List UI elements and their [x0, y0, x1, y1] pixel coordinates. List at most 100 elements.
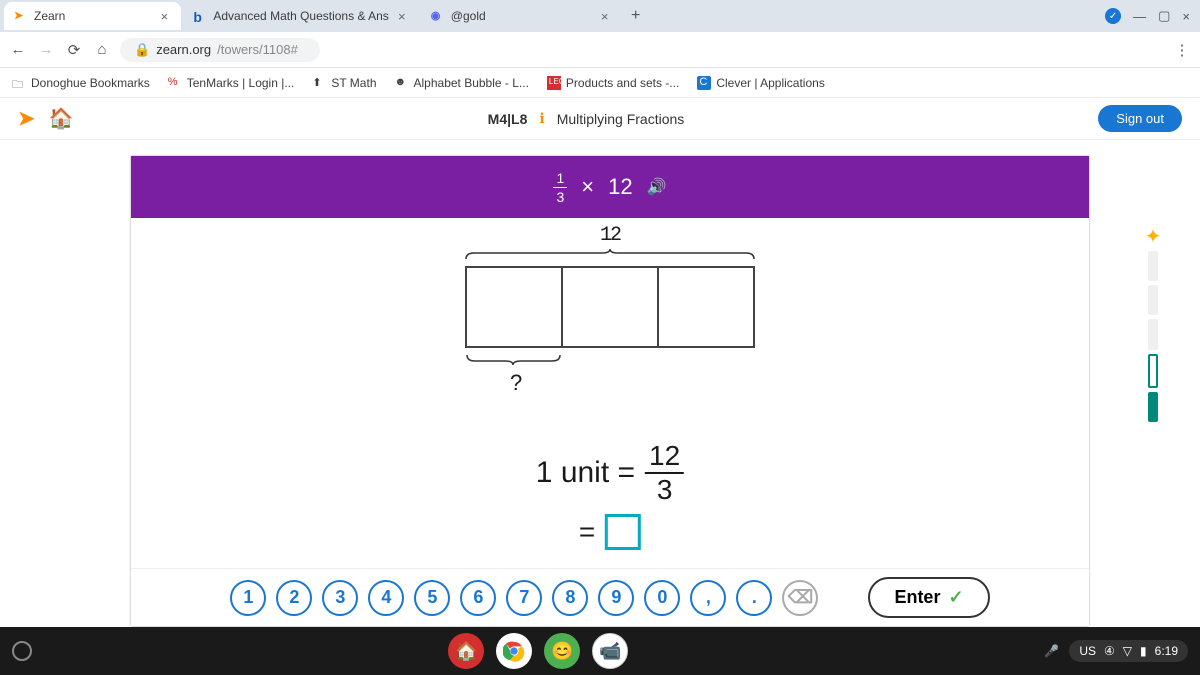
problem-header: 1 3 × 12 🔊	[131, 156, 1089, 218]
info-icon[interactable]: ℹ	[539, 110, 544, 127]
bookmark-stmath[interactable]: ⬆ST Math	[312, 76, 376, 90]
bar-model	[465, 266, 755, 348]
key-5[interactable]: 5	[414, 580, 450, 616]
answer-input-box[interactable]	[605, 514, 641, 550]
stmath-icon: ⬆	[312, 76, 326, 90]
audio-icon[interactable]: 🔊	[647, 177, 667, 197]
key-backspace[interactable]: ⌫	[782, 580, 818, 616]
key-6[interactable]: 6	[460, 580, 496, 616]
status-tray[interactable]: US ④ ▽ ▮ 6:19	[1069, 640, 1188, 662]
key-4[interactable]: 4	[368, 580, 404, 616]
key-comma[interactable]: ,	[690, 580, 726, 616]
bookmark-donoghue[interactable]: 🗀Donoghue Bookmarks	[12, 76, 150, 90]
numeric-keypad: 1 2 3 4 5 6 7 8 9 0 , . ⌫ Enter ✓	[131, 568, 1089, 626]
url-input[interactable]: 🔒 zearn.org/towers/1108#	[120, 38, 320, 62]
tower-segment	[1148, 251, 1158, 281]
home-icon[interactable]: 🏠	[49, 106, 74, 131]
launcher-icon[interactable]	[12, 641, 32, 661]
equation-block: 1 unit = 12 3 =	[536, 442, 684, 550]
equals-sign: =	[579, 516, 595, 548]
key-9[interactable]: 9	[598, 580, 634, 616]
bartleby-favicon: b	[193, 9, 207, 23]
bookmarks-bar: 🗀Donoghue Bookmarks %TenMarks | Login |.…	[0, 68, 1200, 98]
sign-out-button[interactable]: Sign out	[1098, 105, 1182, 132]
star-icon: ✦	[1145, 224, 1162, 249]
tab-title: Zearn	[34, 9, 65, 23]
app-icon-1[interactable]: 🏠	[448, 633, 484, 669]
tower-segment	[1148, 285, 1158, 315]
bookmark-tenmarks[interactable]: %TenMarks | Login |...	[168, 76, 295, 90]
address-bar: ← → ⟳ ⌂ 🔒 zearn.org/towers/1108# ⋮	[0, 32, 1200, 68]
brace-top	[464, 248, 756, 260]
problem-whole: 12	[608, 174, 632, 200]
key-1[interactable]: 1	[230, 580, 266, 616]
close-icon[interactable]: ×	[598, 9, 612, 23]
new-tab-button[interactable]: +	[624, 7, 648, 25]
unit-text: 1 unit =	[536, 456, 635, 490]
close-icon[interactable]: ×	[395, 9, 409, 23]
minimize-icon[interactable]: —	[1133, 9, 1146, 24]
zearn-favicon: ➤	[14, 9, 28, 23]
chrome-icon[interactable]	[496, 633, 532, 669]
lesson-code: M4|L8	[488, 111, 528, 127]
problem-card: 1 3 × 12 🔊 12 ? 1 unit = 12 3	[130, 155, 1090, 627]
discord-favicon: ◉	[431, 9, 445, 23]
tower-segment	[1148, 319, 1158, 349]
tab-title: @gold	[451, 9, 486, 23]
zearn-header: ➤ 🏠 M4|L8 ℹ Multiplying Fractions Sign o…	[0, 98, 1200, 140]
bookmark-products[interactable]: LEGOProducts and sets -...	[547, 76, 679, 90]
unit-question-mark: ?	[510, 370, 522, 396]
maximize-icon[interactable]: ▢	[1158, 8, 1170, 24]
close-icon[interactable]: ×	[157, 9, 171, 23]
work-area: 12 ? 1 unit = 12 3 =	[131, 218, 1089, 568]
brace-bottom	[465, 352, 562, 364]
tower-segment-done	[1148, 392, 1158, 422]
back-button[interactable]: ←	[8, 40, 28, 60]
bookmark-clever[interactable]: CClever | Applications	[697, 76, 825, 90]
browser-tab-math[interactable]: b Advanced Math Questions & Ans ×	[183, 2, 418, 30]
key-0[interactable]: 0	[644, 580, 680, 616]
key-7[interactable]: 7	[506, 580, 542, 616]
url-path: /towers/1108#	[217, 42, 298, 57]
key-period[interactable]: .	[736, 580, 772, 616]
browser-tab-zearn[interactable]: ➤ Zearn ×	[4, 2, 181, 30]
home-button[interactable]: ⌂	[92, 40, 112, 60]
bar-cell	[659, 268, 753, 346]
clever-icon: C	[697, 76, 711, 90]
bar-total-label: 12	[600, 224, 620, 247]
wifi-icon: ▽	[1123, 644, 1132, 658]
clock: 6:19	[1155, 644, 1178, 658]
problem-fraction: 1 3	[553, 171, 567, 204]
operator: ×	[581, 174, 594, 200]
language-indicator: US	[1079, 644, 1096, 658]
progress-tower: ✦	[1140, 224, 1166, 424]
lesson-title: Multiplying Fractions	[557, 111, 685, 127]
bubble-icon: ☻	[395, 76, 409, 90]
result-fraction: 12 3	[645, 442, 684, 504]
window-close-icon[interactable]: ×	[1182, 9, 1190, 24]
zearn-logo-icon[interactable]: ➤	[18, 106, 35, 131]
app-icon-3[interactable]: 😊	[544, 633, 580, 669]
browser-tab-gold[interactable]: ◉ @gold ×	[421, 2, 622, 30]
menu-icon[interactable]: ⋮	[1172, 40, 1192, 60]
app-icon-4[interactable]: 📹	[592, 633, 628, 669]
url-host: zearn.org	[156, 42, 211, 57]
account-icon[interactable]: ✓	[1105, 8, 1121, 24]
key-3[interactable]: 3	[322, 580, 358, 616]
battery-icon: ▮	[1140, 644, 1147, 658]
lock-icon: 🔒	[134, 42, 150, 58]
notification-icon: ④	[1104, 644, 1115, 658]
bar-cell	[563, 268, 659, 346]
reload-button[interactable]: ⟳	[64, 40, 84, 60]
bookmark-alphabet[interactable]: ☻Alphabet Bubble - L...	[395, 76, 529, 90]
bar-cell	[467, 268, 563, 346]
check-icon: ✓	[948, 587, 963, 608]
folder-icon: 🗀	[12, 76, 26, 90]
browser-tab-strip: ➤ Zearn × b Advanced Math Questions & An…	[0, 0, 1200, 32]
key-8[interactable]: 8	[552, 580, 588, 616]
mic-icon[interactable]: 🎤	[1044, 644, 1059, 658]
forward-button[interactable]: →	[36, 40, 56, 60]
tower-segment-current	[1148, 354, 1158, 388]
enter-button[interactable]: Enter ✓	[868, 577, 989, 618]
key-2[interactable]: 2	[276, 580, 312, 616]
